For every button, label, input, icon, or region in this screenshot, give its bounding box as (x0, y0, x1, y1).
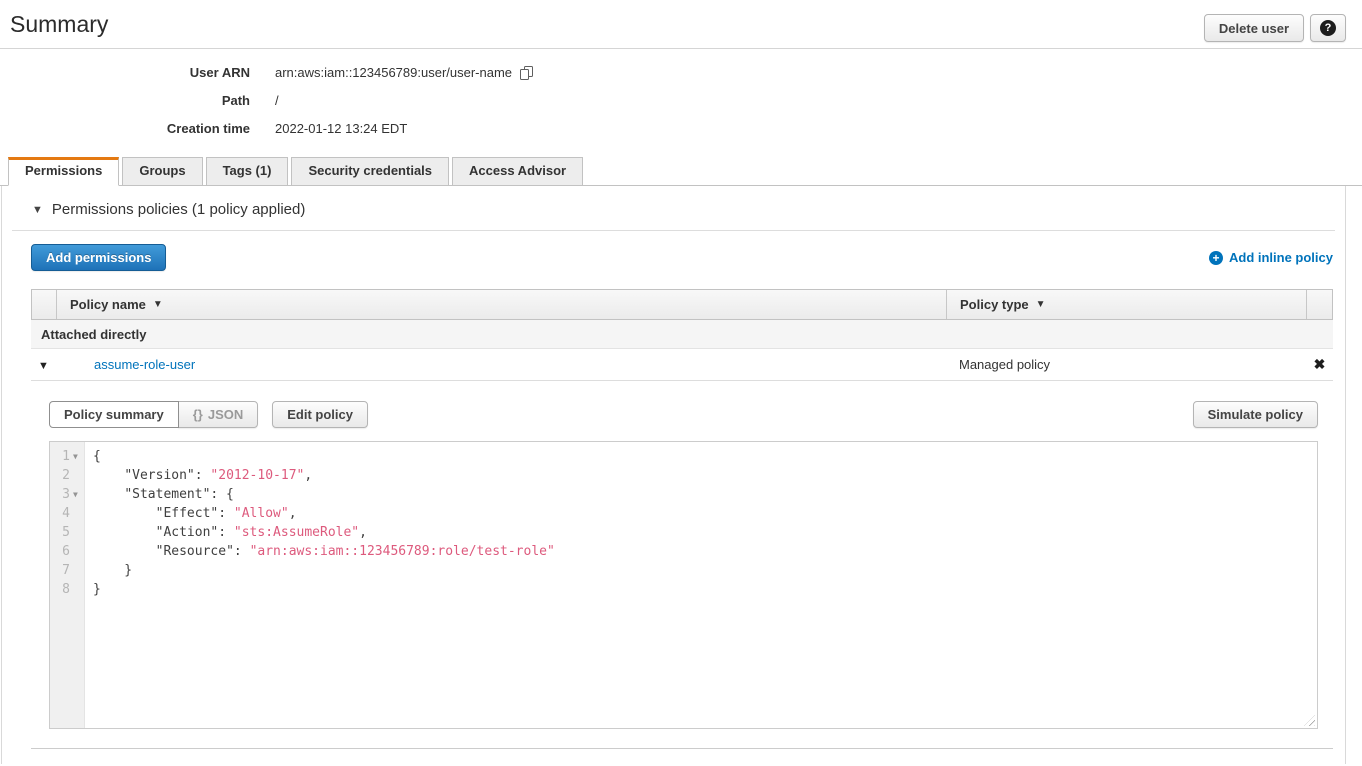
policy-detail-panel: Policy summary {} JSON Edit policy Simula… (31, 381, 1333, 749)
user-info: User ARN arn:aws:iam::123456789:user/user… (0, 65, 1362, 137)
tab-access-advisor[interactable]: Access Advisor (452, 157, 583, 185)
section-heading: Permissions policies (1 policy applied) (52, 201, 305, 218)
remove-policy-icon[interactable]: ✖ (1314, 356, 1326, 372)
info-value-text: arn:aws:iam::123456789:user/user-name (275, 65, 512, 81)
policy-detail-toolbar: Policy summary {} JSON Edit policy Simula… (49, 401, 1318, 428)
group-row-label: Attached directly (41, 327, 146, 342)
tab-permissions[interactable]: Permissions (8, 157, 119, 186)
info-value: / (275, 93, 279, 109)
gutter-line: 4 (50, 504, 84, 523)
line-number: 7 (50, 561, 73, 580)
json-button-label: JSON (208, 407, 243, 422)
tab-strip: PermissionsGroupsTags (1)Security creden… (0, 157, 1362, 186)
policy-actions-row: Add permissions + Add inline policy (31, 244, 1333, 271)
gutter-line: 7 (50, 561, 84, 580)
help-icon: ? (1320, 20, 1336, 36)
page-header: Summary Delete user ? (0, 0, 1362, 42)
page-title: Summary (10, 8, 108, 40)
attached-directly-group-row: Attached directly (31, 320, 1333, 349)
policy-json-editor[interactable]: 1▼23▼45678 { "Version": "2012-10-17", "S… (49, 441, 1318, 729)
delete-user-button[interactable]: Delete user (1204, 14, 1304, 42)
add-inline-policy-label: Add inline policy (1229, 250, 1333, 265)
gutter-line: 2 (50, 466, 84, 485)
info-value-text: / (275, 93, 279, 109)
expand-column-header (32, 290, 57, 319)
edit-policy-button[interactable]: Edit policy (272, 401, 368, 428)
tab-groups[interactable]: Groups (122, 157, 202, 185)
code-line: "Version": "2012-10-17", (93, 466, 555, 485)
line-number: 6 (50, 542, 73, 561)
line-number: 1 (50, 447, 73, 466)
info-value: arn:aws:iam::123456789:user/user-name (275, 65, 534, 81)
permissions-policies-section-header[interactable]: ▼ Permissions policies (1 policy applied… (12, 186, 1335, 231)
line-number: 3 (50, 485, 73, 504)
gutter-line: 1▼ (50, 447, 84, 466)
policy-type-header-label: Policy type (960, 297, 1029, 312)
sort-caret-icon: ▼ (1036, 299, 1046, 310)
fold-caret-icon[interactable]: ▼ (73, 447, 84, 466)
tab-tags-1[interactable]: Tags (1) (206, 157, 289, 185)
line-number: 8 (50, 580, 73, 599)
info-row: Creation time 2022-01-12 13:24 EDT (0, 121, 1362, 137)
plus-icon: + (1209, 251, 1223, 265)
line-number: 2 (50, 466, 73, 485)
code-line: { (93, 447, 555, 466)
code-line: "Effect": "Allow", (93, 504, 555, 523)
permissions-tab-panel: ▼ Permissions policies (1 policy applied… (1, 186, 1346, 764)
policy-name-link[interactable]: assume-role-user (94, 357, 195, 372)
info-value: 2022-01-12 13:24 EDT (275, 121, 407, 137)
policy-name-column-header[interactable]: Policy name ▼ (57, 290, 947, 319)
policy-type-column-header[interactable]: Policy type ▼ (947, 290, 1307, 319)
policies-table: Policy name ▼ Policy type ▼ Attached dir… (31, 289, 1333, 381)
info-label: Creation time (0, 121, 250, 137)
header-actions: Delete user ? (1204, 14, 1346, 42)
line-number: 4 (50, 504, 73, 523)
policy-name-header-label: Policy name (70, 297, 146, 312)
policy-row: ▼ assume-role-user Managed policy ✖ (31, 349, 1333, 381)
code-line: "Action": "sts:AssumeRole", (93, 523, 555, 542)
editor-code: { "Version": "2012-10-17", "Statement": … (85, 442, 555, 728)
add-permissions-button[interactable]: Add permissions (31, 244, 166, 271)
copy-icon[interactable] (519, 65, 534, 81)
row-expand-caret-icon[interactable]: ▼ (38, 360, 49, 372)
collapse-caret-icon: ▼ (32, 204, 43, 216)
info-row: Path / (0, 93, 1362, 109)
sort-caret-icon: ▼ (153, 299, 163, 310)
info-label: Path (0, 93, 250, 109)
info-label: User ARN (0, 65, 250, 81)
code-line: "Statement": { (93, 485, 555, 504)
info-row: User ARN arn:aws:iam::123456789:user/user… (0, 65, 1362, 81)
gutter-line: 8 (50, 580, 84, 599)
code-line: "Resource": "arn:aws:iam::123456789:role… (93, 542, 555, 561)
line-number: 5 (50, 523, 73, 542)
help-button[interactable]: ? (1310, 14, 1346, 42)
table-header-row: Policy name ▼ Policy type ▼ (31, 289, 1333, 320)
editor-line-numbers: 1▼23▼45678 (50, 442, 85, 728)
tab-security-credentials[interactable]: Security credentials (291, 157, 449, 185)
gutter-line: 3▼ (50, 485, 84, 504)
add-inline-policy-link[interactable]: + Add inline policy (1209, 250, 1333, 265)
braces-icon: {} (193, 407, 203, 422)
resize-handle[interactable] (1304, 715, 1315, 726)
fold-caret-icon[interactable]: ▼ (73, 485, 84, 504)
gutter-line: 5 (50, 523, 84, 542)
code-line: } (93, 580, 555, 599)
policy-view-toggle: Policy summary {} JSON Edit policy (49, 401, 368, 428)
info-value-text: 2022-01-12 13:24 EDT (275, 121, 407, 137)
simulate-policy-button[interactable]: Simulate policy (1193, 401, 1318, 428)
policy-summary-button[interactable]: Policy summary (49, 401, 179, 428)
code-line: } (93, 561, 555, 580)
json-button[interactable]: {} JSON (178, 401, 259, 428)
policy-type-cell: Managed policy (946, 357, 1306, 372)
gutter-line: 6 (50, 542, 84, 561)
header-divider (0, 48, 1362, 49)
